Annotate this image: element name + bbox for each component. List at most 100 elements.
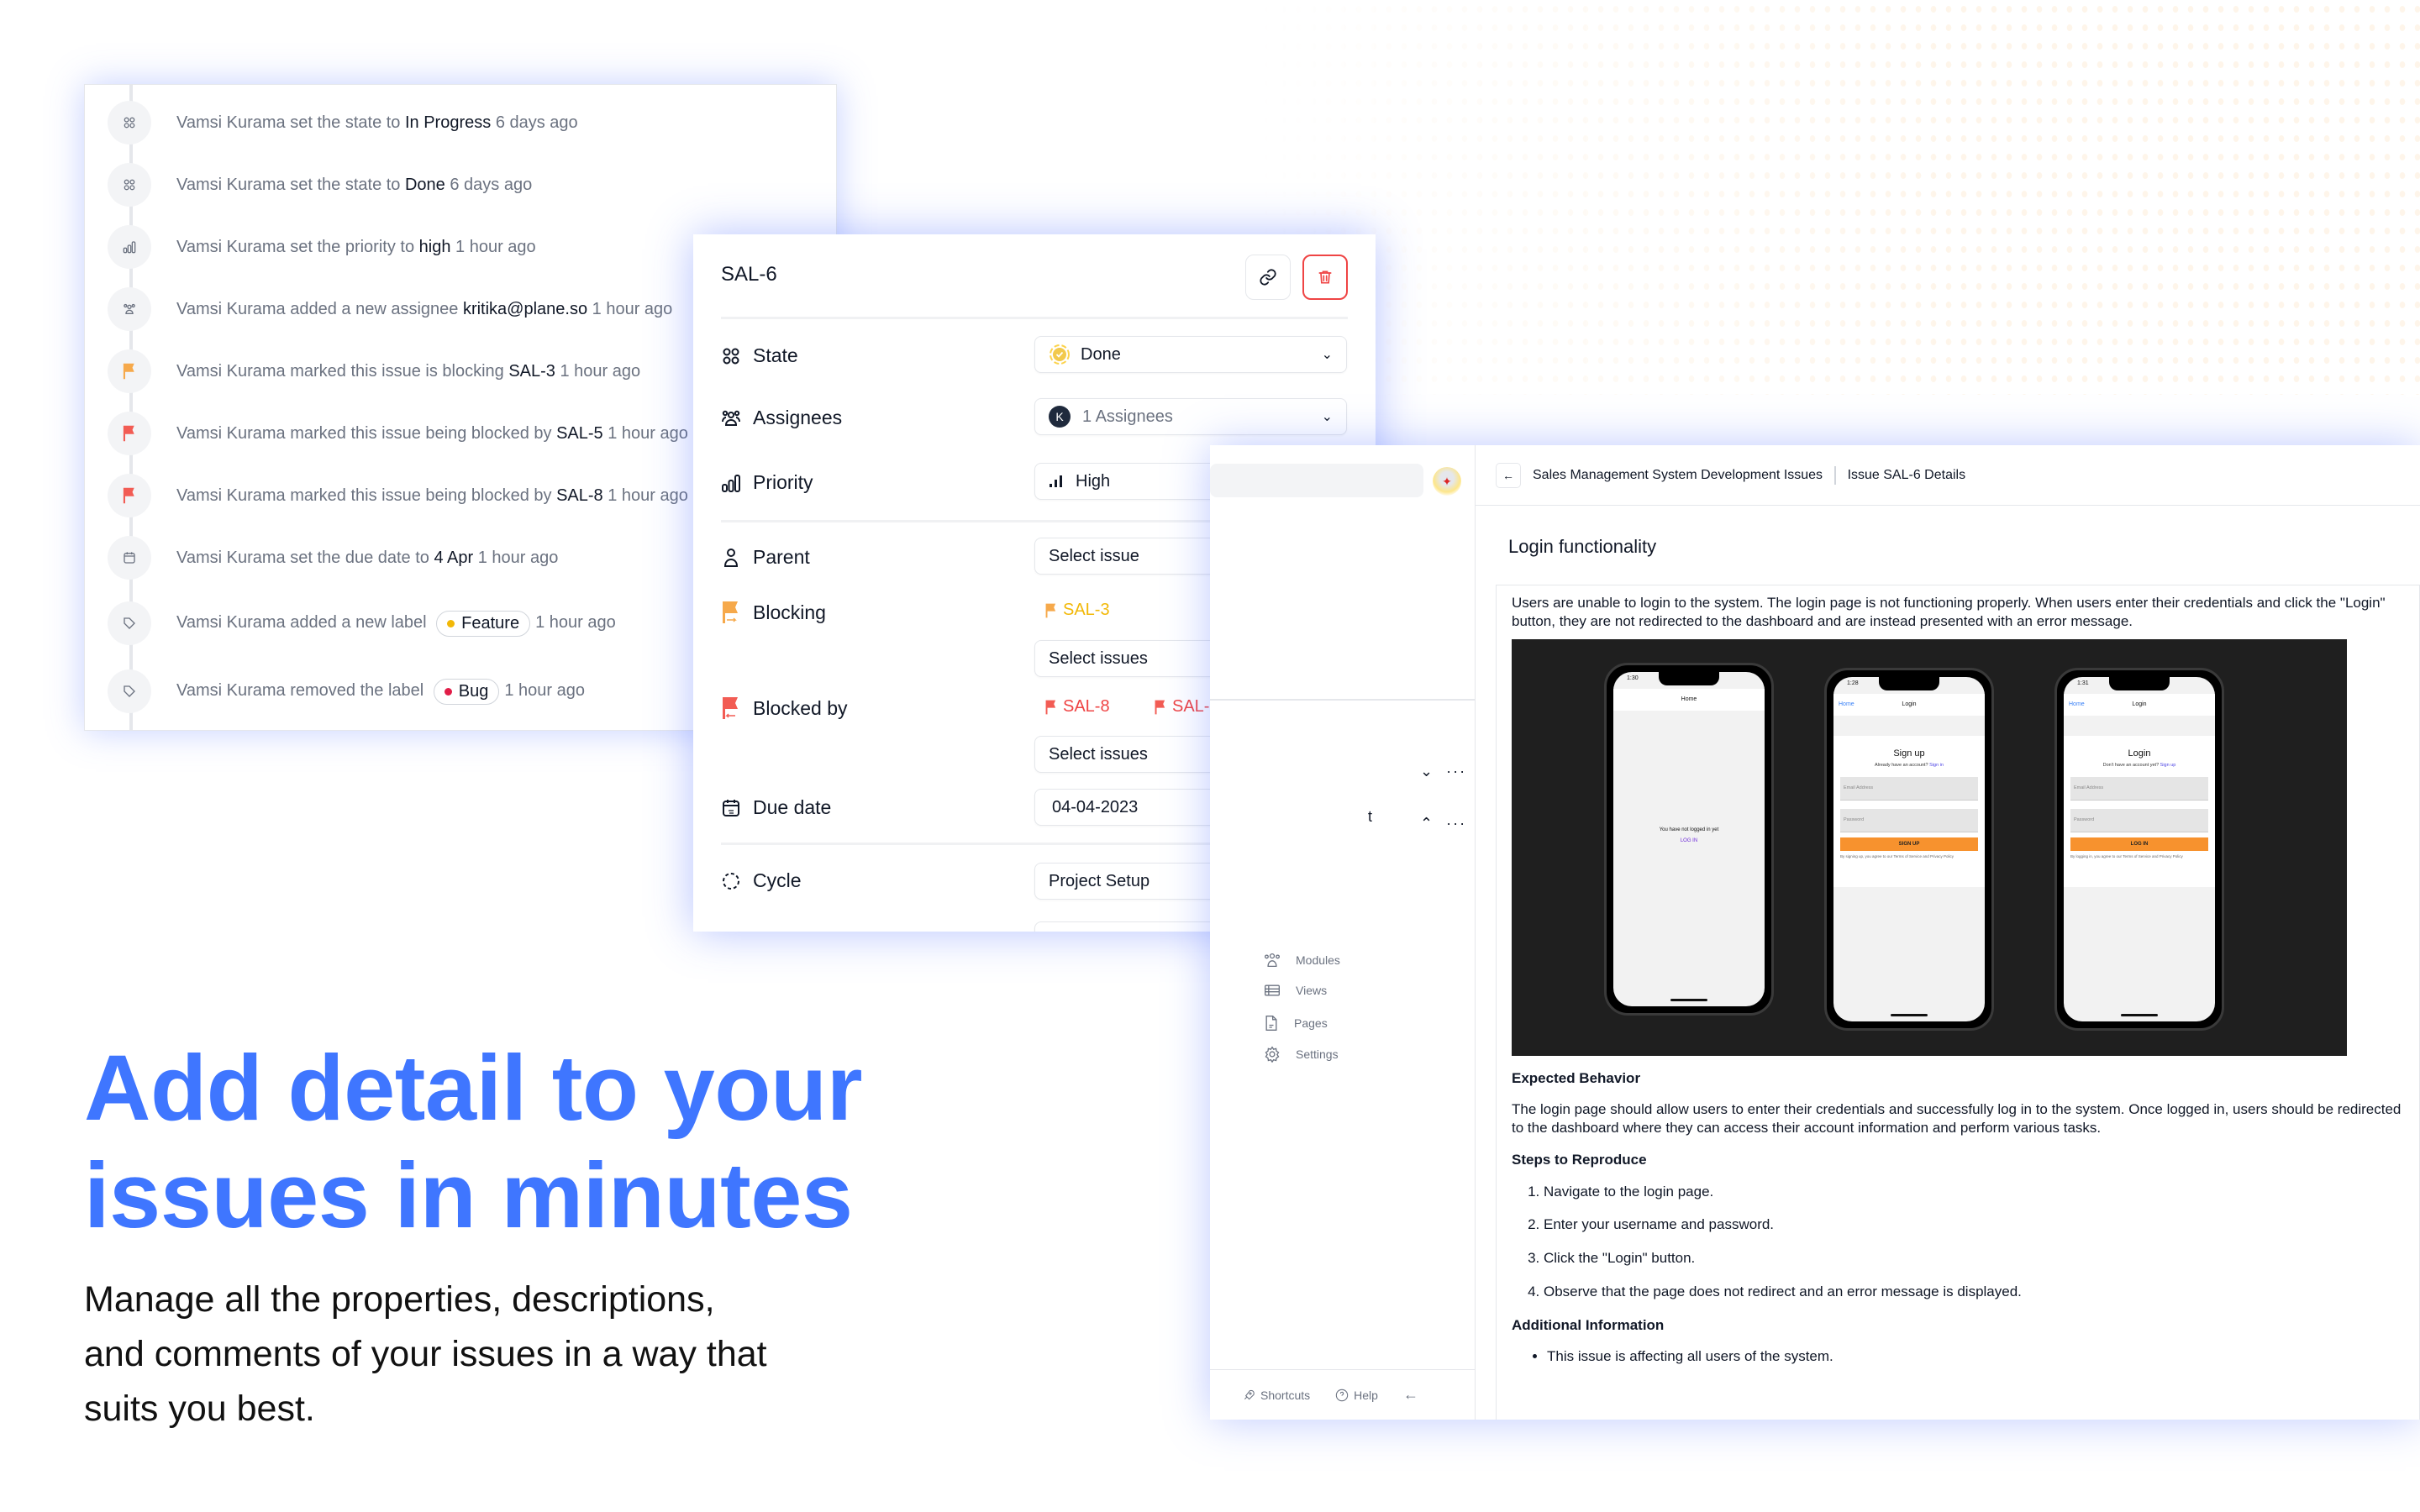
step-item: Enter your username and password.	[1544, 1215, 2404, 1234]
phone-time: 1:28	[1847, 680, 1859, 686]
phone-mockup: 1:28 Home Login Sign up Already have an a…	[1824, 667, 1994, 1031]
label-name: Bug	[458, 681, 489, 701]
activity-value: Done	[404, 175, 450, 194]
shortcuts-button[interactable]: Shortcuts	[1242, 1389, 1310, 1402]
project-row-controls[interactable]: ⌄ ···	[1420, 763, 1466, 780]
sidebar-item-label: Modules	[1296, 953, 1340, 967]
activity-item: Vamsi Kurama marked this issue being blo…	[108, 474, 688, 517]
state-icon	[723, 348, 739, 364]
priority-row: Priority	[721, 471, 813, 494]
help-button[interactable]: Help	[1335, 1389, 1378, 1402]
additional-heading: Additional Information	[1512, 1316, 1665, 1333]
sidebar-item-settings[interactable]: Settings	[1264, 1046, 1339, 1063]
blocking-tag-label: SAL-3	[1063, 601, 1110, 619]
phone-legal: By signing up, you agree to our Terms of…	[1840, 853, 1954, 858]
blocked-by-tag[interactable]: SAL-5	[1154, 697, 1219, 717]
blocking-tag[interactable]: SAL-3	[1044, 601, 1110, 620]
blocked-flag-icon	[1045, 700, 1056, 714]
activity-action: added a new assignee	[290, 299, 463, 318]
activity-value: kritika@plane.so	[462, 299, 592, 318]
activity-actor[interactable]: Vamsi Kurama	[176, 113, 290, 132]
more-icon[interactable]: ···	[1446, 763, 1466, 780]
sidebar-item-modules[interactable]: Modules	[1264, 953, 1340, 968]
issue-description-editor[interactable]: Users are unable to login to the system.…	[1496, 585, 2420, 1420]
activity-value: SAL-3	[508, 361, 560, 381]
breadcrumb-issue: Issue SAL-6 Details	[1847, 467, 1966, 482]
sidebar-search[interactable]	[1210, 464, 1423, 497]
collapse-sidebar-icon[interactable]: ←	[1403, 1386, 1418, 1404]
label-name: Feature	[461, 613, 520, 633]
cycle-value: Project Setup	[1049, 871, 1150, 890]
arrow-left-icon: ←	[1502, 468, 1514, 482]
activity-actor[interactable]: Vamsi Kurama	[176, 362, 290, 381]
phone-sub-link: Sign up	[2160, 762, 2176, 768]
chevron-down-icon[interactable]: ⌄	[1420, 763, 1434, 780]
activity-actor[interactable]: Vamsi Kurama	[176, 300, 290, 318]
activity-item: Vamsi Kurama marked this issue being blo…	[108, 412, 688, 455]
blocked-by-placeholder: Select issues	[1049, 744, 1148, 764]
copy-link-button[interactable]	[1245, 255, 1291, 300]
expected-body: The login page should allow users to ent…	[1512, 1101, 2402, 1136]
sidebar-item-label: Settings	[1296, 1047, 1339, 1061]
headline-line: issues in minutes	[84, 1144, 853, 1247]
activity-actor[interactable]: Vamsi Kurama	[176, 424, 290, 443]
activity-actor[interactable]: Vamsi Kurama	[176, 176, 290, 194]
activity-time: 1 hour ago	[535, 612, 616, 632]
blocked-flag-icon	[723, 697, 738, 719]
more-icon[interactable]: ···	[1446, 815, 1466, 832]
activity-text: Vamsi Kurama marked this issue is blocki…	[176, 362, 640, 381]
blocking-flag-icon	[1045, 603, 1056, 617]
step-item: Observe that the page does not redirect …	[1544, 1283, 2404, 1301]
subcopy-line: suits you best.	[84, 1389, 315, 1429]
phone-password: Password	[1840, 808, 1978, 832]
assignee-icon	[108, 287, 151, 331]
sidebar-item-views[interactable]: Views	[1264, 984, 1327, 997]
activity-text: Vamsi Kurama added a new label Feature 1 …	[176, 610, 616, 637]
activity-item: Vamsi Kurama marked this issue is blocki…	[108, 349, 640, 393]
issue-title[interactable]: Login functionality	[1508, 536, 1656, 558]
due-date-row: Due date	[721, 796, 831, 819]
workspace-avatar[interactable]: ✦	[1433, 467, 1461, 496]
blocked-flag-icon	[108, 412, 151, 455]
phone-password: Password	[2070, 808, 2208, 832]
sidebar-item-pages[interactable]: Pages	[1264, 1015, 1328, 1032]
parent-row: Parent	[721, 546, 810, 569]
priority-icon	[722, 474, 740, 492]
chevron-down-icon: ⌄	[1321, 348, 1333, 362]
activity-actor[interactable]: Vamsi Kurama	[176, 549, 290, 567]
sidebar: ✦ ⌄ ··· t ⌃ ··· Modules Views Pages Sett…	[1210, 445, 1476, 1420]
state-dropdown[interactable]: Done ⌄	[1034, 336, 1347, 373]
phone-mockup: 1:31 Home Login Login Don't have an accou…	[2054, 667, 2224, 1031]
phone-nav-title: Home	[1681, 696, 1697, 702]
activity-time: 6 days ago	[450, 175, 533, 194]
blocked-by-tag[interactable]: SAL-8	[1044, 697, 1110, 717]
activity-item: Vamsi Kurama added a new assignee kritik…	[108, 287, 672, 331]
project-row-controls[interactable]: ⌃ ···	[1420, 815, 1466, 832]
phone-time: 1:30	[1627, 675, 1639, 681]
activity-text: Vamsi Kurama removed the label Bug 1 hour…	[176, 678, 585, 705]
activity-actor[interactable]: Vamsi Kurama	[176, 486, 290, 505]
parent-icon	[723, 548, 739, 567]
assignees-dropdown[interactable]: K 1 Assignees ⌄	[1034, 398, 1347, 435]
back-button[interactable]: ←	[1496, 462, 1521, 488]
tag-icon	[108, 601, 151, 645]
label-pill: Bug	[433, 678, 500, 705]
background-dot-pattern	[1260, 0, 2420, 395]
activity-actor[interactable]: Vamsi Kurama	[176, 238, 290, 256]
activity-actor[interactable]: Vamsi Kurama	[176, 681, 290, 700]
breadcrumb-project[interactable]: Sales Management System Development Issu…	[1533, 468, 1823, 483]
blocking-row: Blocking	[721, 601, 826, 624]
activity-text: Vamsi Kurama set the state to Done 6 day…	[176, 176, 532, 195]
delete-issue-button[interactable]	[1302, 255, 1348, 300]
project-name-fragment: t	[1368, 808, 1373, 825]
priority-icon	[108, 225, 151, 269]
headline: Add detail to your issues in minutes	[84, 1035, 863, 1250]
activity-text: Vamsi Kurama added a new assignee kritik…	[176, 300, 672, 319]
activity-time: 1 hour ago	[592, 299, 673, 318]
activity-actor[interactable]: Vamsi Kurama	[176, 613, 290, 632]
shortcuts-label: Shortcuts	[1260, 1388, 1311, 1402]
chevron-up-icon[interactable]: ⌃	[1420, 815, 1434, 832]
phone-nav-title: Login	[1902, 701, 1917, 707]
activity-action: removed the label	[290, 680, 429, 700]
state-icon	[108, 163, 151, 207]
